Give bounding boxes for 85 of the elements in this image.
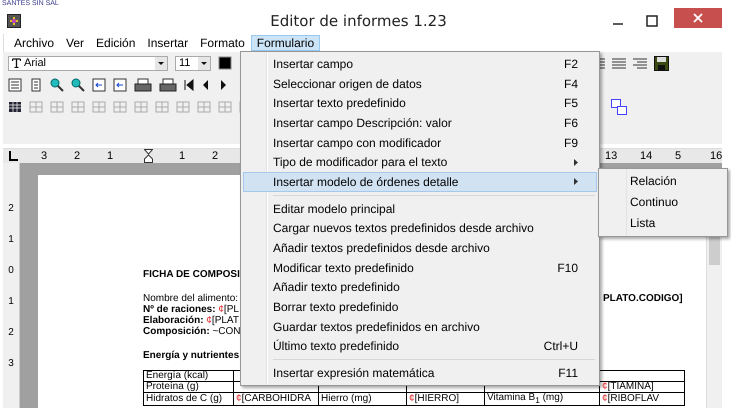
ruler-number: 2	[74, 149, 80, 163]
document-line: Composición: ~CON	[143, 326, 241, 337]
submenu-arrow-icon	[574, 158, 578, 166]
justify-icon[interactable]	[612, 57, 626, 69]
next-icon[interactable]	[218, 78, 228, 92]
table-cell: ¢[CARBOHIDRA	[234, 392, 318, 406]
menu-bar-item[interactable]: Formulario	[250, 35, 320, 51]
printer-icon[interactable]	[134, 78, 152, 92]
menu-item[interactable]: Insertar texto predefinido F5	[243, 93, 597, 114]
ruler-number: 5	[675, 149, 682, 163]
menu-item[interactable]: Insertar campo F2	[243, 54, 597, 74]
table-cell: Hierro (mg)	[318, 392, 406, 406]
window-title: Editor de informes 1.23	[269, 12, 448, 30]
zoom-out-icon[interactable]	[50, 78, 64, 92]
document-line: Elaboración: ¢[PLAT	[143, 315, 240, 326]
close-button[interactable]	[674, 8, 722, 28]
menu-item[interactable]: Tipo de modificador para el texto	[243, 152, 597, 172]
menu-bar-item[interactable]: Archivo	[8, 35, 60, 51]
zoom-in-icon[interactable]	[71, 78, 85, 92]
first-page-icon[interactable]	[184, 78, 194, 92]
menu-item[interactable]: Insertar campo con modificador F9	[243, 132, 597, 152]
app-icon	[7, 14, 21, 28]
table-cell: ¢[HIERRO]	[406, 392, 484, 406]
submenu-item[interactable]: Relación	[599, 171, 727, 192]
table-icon[interactable]	[8, 100, 22, 114]
ruler-number: 0	[8, 265, 14, 277]
menu-bar-item[interactable]: Formato	[194, 35, 251, 51]
submenu-item[interactable]: Continuo	[599, 192, 727, 213]
menu-item[interactable]: Insertar modelo de órdenes detalle	[243, 172, 597, 192]
caret-icon[interactable]	[198, 56, 210, 70]
indent-marker-icon[interactable]	[144, 149, 153, 163]
menu-bar-item[interactable]: Insertar	[141, 35, 194, 51]
previous-icon[interactable]	[201, 78, 211, 92]
ruler-number: 1	[8, 296, 14, 308]
table-cell: ¢[RIBOFLAV	[600, 392, 684, 406]
font-size-dropdown[interactable]: 11	[175, 56, 211, 70]
table-cell: ¢[TIAMINA]	[600, 382, 684, 392]
submenu-arrow-icon	[574, 178, 578, 186]
menu-bar-item[interactable]: Edición	[90, 35, 142, 51]
ruler-number: 2	[8, 327, 14, 339]
menu-item[interactable]: Insertar expresión matemática F11	[243, 363, 597, 383]
table-cell: Hidratos de C (g)	[144, 392, 234, 406]
ruler-number: 3	[8, 358, 14, 370]
ruler-number: 2	[8, 203, 14, 215]
save-icon[interactable]	[654, 56, 669, 70]
menu-item[interactable]: Seleccionar origen de datos F4	[243, 74, 597, 94]
ruler-number: 14	[640, 149, 652, 163]
maximize-icon[interactable]	[646, 15, 658, 27]
ruler-number: 1	[107, 149, 114, 163]
menu-item[interactable]: Borrar texto predefinido	[243, 297, 597, 317]
document-heading: FICHA DE COMPOSI	[143, 269, 240, 280]
color-swatch-icon[interactable]	[218, 56, 232, 70]
table-cell: Vitamina B$_{1}$ (mg)	[484, 392, 600, 406]
font-dropdown[interactable]: Arial	[8, 56, 168, 70]
submenu-item[interactable]: Lista	[599, 213, 727, 234]
document-line: Nombre del alimento:	[143, 293, 240, 304]
section-heading: Energía y nutrientes	[143, 350, 240, 361]
font-type-icon	[12, 58, 21, 68]
menu-item[interactable]: Último texto predefinido Ctrl+U	[243, 336, 597, 356]
caret-icon[interactable]	[155, 56, 167, 70]
code-field-text: PLATO.CODIGO]	[603, 293, 683, 304]
menu-item[interactable]: Modificar texto predefinido F10	[243, 258, 597, 278]
ruler-number: 3	[41, 149, 48, 163]
ruler-number: 2	[212, 149, 218, 163]
text-frames-icon[interactable]	[611, 99, 627, 115]
ruler-number: 16	[710, 149, 722, 163]
list-icon[interactable]	[8, 78, 22, 92]
table-cell: Proteína (g)	[144, 382, 234, 392]
page-icon[interactable]	[29, 78, 43, 92]
document-line: Nº de raciones: ¢[PL	[143, 304, 240, 315]
menu-item[interactable]: Añadir texto predefinido	[243, 278, 597, 298]
menu-item[interactable]: Cargar nuevos textos predefinidos desde archivo	[243, 218, 597, 238]
menu-item[interactable]: Añadir textos predefinidos desde archivo	[243, 238, 597, 258]
menu-bar-item[interactable]: Ver	[60, 35, 90, 51]
align-right-icon[interactable]	[633, 57, 647, 69]
tab-stop-icon[interactable]	[7, 150, 19, 162]
close-icon	[693, 13, 703, 23]
ruler-number: 1	[179, 149, 186, 163]
ruler-number: 1	[8, 234, 14, 246]
table-cell: Energía (kcal)	[144, 370, 234, 382]
printer-icon[interactable]	[159, 78, 177, 92]
menu-item[interactable]: Guardar textos predefinidos en archivo	[243, 316, 597, 337]
ruler-number: 13	[605, 149, 618, 163]
menu-item[interactable]: Editar modelo principal	[243, 198, 597, 218]
menu-item[interactable]: Insertar campo Descripción: valor F6	[243, 113, 597, 133]
